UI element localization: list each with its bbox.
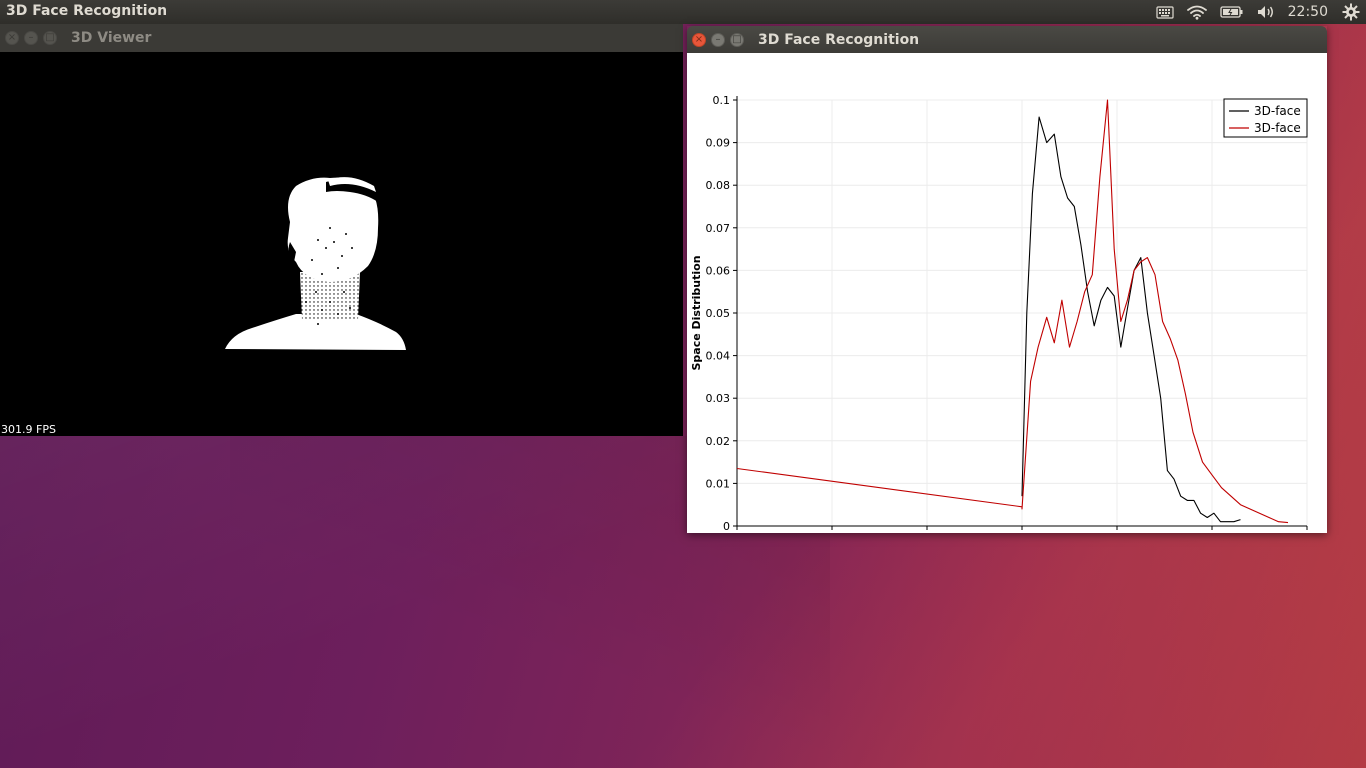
recognition-title: 3D Face Recognition (758, 31, 920, 48)
y-tick-label: 0.08 (706, 179, 731, 192)
recognition-titlebar[interactable]: × – □ 3D Face Recognition (687, 26, 1327, 53)
maximize-button[interactable]: □ (730, 32, 744, 47)
series-line-2 (736, 99, 1289, 524)
indicator-area: 22:50 (1150, 0, 1366, 24)
maximize-icon: □ (732, 33, 742, 45)
distribution-chart[interactable]: 0 0.1 0.2 0.3 0.4 0.5 0.6 0 0.01 0.02 0.03 0.04 0.05… (687, 53, 1327, 533)
y-tick-label: 0.02 (706, 435, 731, 448)
close-button[interactable]: × (692, 32, 706, 47)
minimize-button[interactable]: – (711, 32, 725, 47)
minimize-button[interactable]: – (24, 31, 38, 45)
y-tick-label: 0.03 (706, 392, 731, 405)
viewer-title: 3D Viewer (71, 30, 152, 46)
y-tick-label: 0.07 (706, 222, 731, 235)
keyboard-icon[interactable] (1150, 0, 1180, 24)
recognition-window: × – □ 3D Face Recognition 00.10.20.30.40… (687, 26, 1327, 533)
x-tick-label: 0.6 (1298, 532, 1316, 533)
minimize-icon: – (715, 33, 721, 45)
gear-icon[interactable] (1336, 0, 1366, 24)
y-tick-label: 0.06 (706, 264, 731, 277)
x-tick-label: 0.4 (1108, 532, 1126, 533)
volume-icon[interactable] (1250, 0, 1282, 24)
y-tick-label: 0.09 (706, 137, 731, 150)
plot-area[interactable]: 0 0.1 0.2 0.3 0.4 0.5 0.6 0 0.01 0.02 0.03 0.04 0.05… (687, 53, 1327, 533)
close-icon: × (7, 32, 17, 43)
x-tick-label: 0.2 (918, 532, 936, 533)
close-button[interactable]: × (5, 31, 19, 45)
x-tick-label: 0.5 (1203, 532, 1221, 533)
active-app-title: 3D Face Recognition (6, 3, 168, 19)
legend-label: 3D-face (1254, 121, 1301, 135)
top-panel: 3D Face Recognition 22:50 (0, 0, 1366, 24)
fps-counter: 301.9 FPS (1, 423, 56, 436)
point-cloud (225, 177, 406, 350)
x-tick-label: 0.3 (1013, 532, 1031, 533)
x-tick-label: 0 (734, 532, 741, 533)
y-tick-label: 0.1 (713, 94, 731, 107)
close-icon: × (694, 33, 704, 45)
legend-label: 3D-face (1254, 104, 1301, 118)
y-tick-label: 0.01 (706, 477, 731, 490)
y-tick-label: 0.04 (706, 350, 731, 363)
y-tick-label: 0.05 (706, 307, 731, 320)
minimize-icon: – (28, 32, 34, 43)
battery-icon[interactable] (1214, 0, 1250, 24)
clock[interactable]: 22:50 (1282, 4, 1336, 20)
y-axis-label: Space Distribution (690, 255, 703, 370)
point-cloud-canvas[interactable]: 301.9 FPS (0, 52, 683, 436)
maximize-icon: □ (45, 32, 55, 43)
maximize-button[interactable]: □ (43, 31, 57, 45)
viewer-window: × – □ 3D Viewer 301.9 FPS (0, 24, 683, 436)
series-line-1 (1021, 116, 1241, 523)
wifi-icon[interactable] (1180, 0, 1214, 24)
viewer-titlebar[interactable]: × – □ 3D Viewer (0, 24, 683, 52)
x-tick-label: 0.1 (823, 532, 841, 533)
y-tick-label: 0 (723, 520, 730, 533)
